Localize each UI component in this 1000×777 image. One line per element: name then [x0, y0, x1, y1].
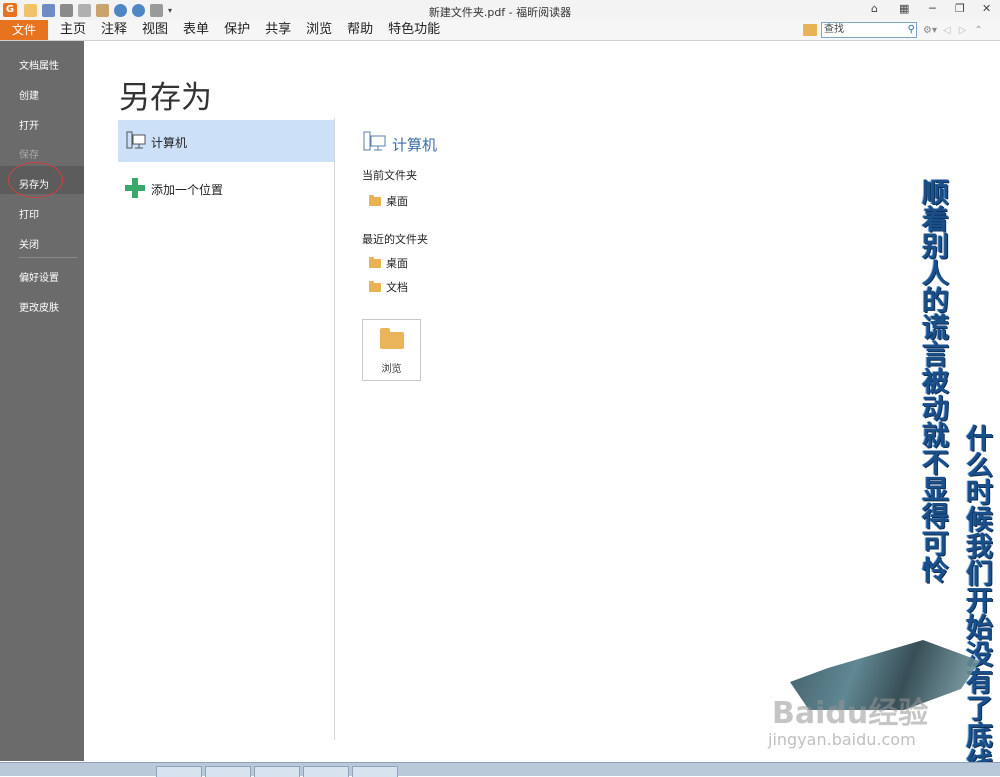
- sidebar-item-preferences[interactable]: 偏好设置: [19, 269, 59, 284]
- detail-heading: 计算机: [392, 136, 438, 154]
- sidebar-item-create[interactable]: 创建: [19, 87, 39, 102]
- folder-icon: [369, 195, 381, 206]
- sidebar-divider: [19, 257, 77, 258]
- folder-icon: [369, 281, 381, 292]
- sidebar-item-open[interactable]: 打开: [19, 117, 39, 132]
- location-add[interactable]: 添加一个位置: [118, 167, 334, 209]
- next-icon[interactable]: ▷: [959, 25, 967, 36]
- sidebar-item-properties[interactable]: 文档属性: [19, 57, 59, 72]
- search-placeholder: 查找: [824, 24, 844, 35]
- sidebar-item-save[interactable]: 保存: [19, 146, 39, 161]
- sidebar-item-skin[interactable]: 更改皮肤: [19, 299, 59, 314]
- menu-home[interactable]: 主页: [60, 20, 86, 40]
- search-icon[interactable]: ⚲: [908, 23, 915, 37]
- folder-icon: [369, 257, 381, 268]
- taskbar: [0, 762, 1000, 777]
- menu-bar: 文件 主页 注释 视图 表单 保护 共享 浏览 帮助 特色功能 查找 ⚲ ⚙▾ …: [0, 20, 1000, 41]
- sidebar-item-close[interactable]: 关闭: [19, 236, 39, 251]
- window-title: 新建文件夹.pdf - 福昕阅读器: [428, 6, 572, 19]
- search-input[interactable]: 查找 ⚲: [821, 22, 917, 38]
- taskbar-button[interactable]: [205, 766, 251, 777]
- watermark-logo: Baidu经验: [772, 696, 929, 731]
- recent-folder-label: 最近的文件夹: [362, 233, 428, 246]
- close-icon[interactable]: ✕: [982, 2, 991, 15]
- computer-icon: [126, 131, 146, 149]
- page-title: 另存为: [119, 80, 212, 116]
- recent-folder-desktop[interactable]: 桌面: [369, 255, 408, 271]
- folder-search-icon[interactable]: [803, 24, 817, 36]
- folder-name: 桌面: [386, 257, 408, 270]
- title-bar: G ▾ 新建文件夹.pdf - 福昕阅读器 ⌂ ▦ ─ ❐ ✕: [0, 0, 1000, 20]
- folder-name: 文档: [386, 281, 408, 294]
- location-add-label: 添加一个位置: [151, 183, 224, 197]
- search-area: 查找 ⚲ ⚙▾ ◁ ▷ ⌃: [803, 22, 983, 38]
- menu-browse[interactable]: 浏览: [306, 20, 332, 40]
- highlight-circle: [8, 162, 63, 198]
- taskbar-button[interactable]: [156, 766, 202, 777]
- browse-label: 浏览: [381, 364, 402, 375]
- folder-name: 桌面: [386, 195, 408, 208]
- location-computer[interactable]: 计算机: [118, 120, 334, 162]
- restore-icon[interactable]: ❐: [955, 2, 965, 15]
- menu-view[interactable]: 视图: [142, 20, 168, 40]
- current-folder-desktop[interactable]: 桌面: [369, 193, 408, 209]
- menu-tabs: 主页 注释 视图 表单 保护 共享 浏览 帮助 特色功能: [60, 20, 455, 40]
- taskbar-button[interactable]: [352, 766, 398, 777]
- computer-heading-icon: [363, 131, 386, 151]
- plus-icon: [125, 178, 145, 198]
- minimize-icon[interactable]: ─: [929, 2, 936, 15]
- taskbar-button[interactable]: [254, 766, 300, 777]
- menu-form[interactable]: 表单: [183, 20, 209, 40]
- layout-icon[interactable]: ▦: [899, 2, 909, 15]
- pane-divider: [334, 118, 335, 740]
- watermark-url: jingyan.baidu.com: [768, 730, 916, 749]
- menu-file[interactable]: 文件: [0, 20, 48, 40]
- current-folder-label: 当前文件夹: [362, 169, 417, 182]
- expand-icon[interactable]: ⌃: [974, 25, 982, 36]
- menu-share[interactable]: 共享: [265, 20, 291, 40]
- menu-help[interactable]: 帮助: [347, 20, 373, 40]
- overlay-vertical-text-2: 什么时候我们开始没有了底线: [961, 424, 992, 775]
- overlay-vertical-text-1: 顺着别人的谎言被动就不显得可怜: [917, 178, 948, 583]
- prev-icon[interactable]: ◁: [943, 25, 951, 36]
- menu-features[interactable]: 特色功能: [388, 20, 440, 40]
- browse-button[interactable]: 浏览: [362, 319, 421, 381]
- folder-icon: [380, 328, 404, 349]
- menu-protect[interactable]: 保护: [224, 20, 250, 40]
- taskbar-button[interactable]: [303, 766, 349, 777]
- settings-icon[interactable]: ⚙▾: [923, 25, 937, 36]
- menu-comment[interactable]: 注释: [101, 20, 127, 40]
- recent-folder-documents[interactable]: 文档: [369, 279, 408, 295]
- file-sidebar: 文档属性 创建 打开 保存 另存为 打印 关闭 偏好设置 更改皮肤: [0, 41, 84, 761]
- sidebar-item-print[interactable]: 打印: [19, 206, 39, 221]
- location-computer-label: 计算机: [151, 136, 188, 150]
- bell-icon[interactable]: ⌂: [871, 2, 878, 15]
